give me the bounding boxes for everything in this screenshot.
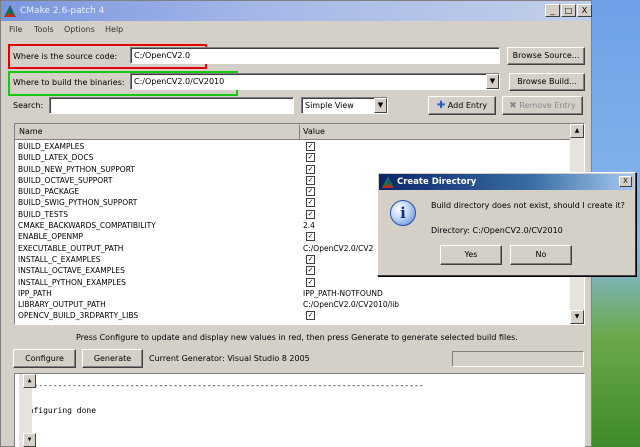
cache-entry-name: EXECUTABLE_OUTPUT_PATH (18, 243, 124, 253)
cache-entry-name: LIBRARY_OUTPUT_PATH (18, 300, 106, 310)
table-row[interactable]: OPENCV_BUILD_3RDPARTY_LIBS ✓ (15, 310, 571, 321)
output-scrollbar[interactable]: ▲ ▼ (19, 374, 36, 447)
configure-button[interactable]: Configure (13, 349, 76, 368)
minimize-button[interactable]: _ (545, 4, 560, 17)
browse-build-button[interactable]: Browse Build... (509, 73, 585, 91)
cache-entry-name: INSTALL_PYTHON_EXAMPLES (18, 277, 126, 287)
menu-tools[interactable]: Tools (34, 25, 54, 34)
progress-bar (452, 351, 584, 367)
cache-entry-name: INSTALL_C_EXAMPLES (18, 254, 101, 264)
dialog-directory: Directory: C:/OpenCV2.0/CV2010 (431, 226, 563, 235)
source-path-input[interactable]: C:/OpenCV2.0 (130, 47, 500, 64)
create-directory-dialog: Create Directory X i Build directory doe… (377, 172, 636, 276)
cache-entry-checkbox[interactable]: ✓ (306, 266, 315, 276)
cache-entry-checkbox[interactable]: ✓ (306, 175, 315, 185)
build-path-value: C:/OpenCV2.0/CV2010 (134, 77, 225, 86)
menu-help[interactable]: Help (105, 25, 123, 34)
cache-entry-checkbox[interactable]: ✓ (306, 277, 315, 287)
cache-entry-checkbox[interactable]: ✓ (306, 209, 315, 219)
cache-entry-name: BUILD_LATEX_DOCS (18, 153, 94, 163)
column-separator[interactable] (299, 125, 300, 139)
info-icon: i (390, 200, 416, 226)
dialog-title: Create Directory (397, 177, 477, 187)
column-name-header[interactable]: Name (19, 127, 43, 136)
search-label: Search: (13, 101, 44, 110)
column-value-header[interactable]: Value (303, 127, 325, 136)
remove-entry-label: Remove Entry (519, 101, 576, 110)
cache-entry-value[interactable]: IPP_PATH-NOTFOUND (303, 288, 383, 299)
remove-entry-button: ✖ Remove Entry (502, 96, 583, 115)
cache-entry-value[interactable]: 2.4 (303, 220, 315, 231)
cache-entry-name: INSTALL_OCTAVE_EXAMPLES (18, 266, 125, 276)
build-path-input[interactable]: C:/OpenCV2.0/CV2010 ▼ (130, 73, 500, 90)
table-row[interactable]: BUILD_LATEX_DOCS ✓ (15, 152, 571, 163)
view-mode-select[interactable]: Simple View ▼ (301, 97, 388, 114)
remove-x-icon: ✖ (509, 101, 517, 111)
cache-entry-checkbox[interactable]: ✓ (306, 187, 315, 197)
table-row[interactable]: INSTALL_PYTHON_EXAMPLES ✓ (15, 277, 571, 288)
search-input[interactable] (49, 97, 294, 114)
cache-entry-name: BUILD_NEW_PYTHON_SUPPORT (18, 164, 135, 174)
dialog-title-bar[interactable]: Create Directory X (379, 174, 634, 190)
cache-entry-name: BUILD_SWIG_PYTHON_SUPPORT (18, 198, 138, 208)
plus-icon: ✚ (436, 100, 446, 111)
table-row[interactable]: BUILD_EXAMPLES ✓ (15, 141, 571, 152)
output-scroll-up-icon[interactable]: ▲ (23, 374, 36, 388)
cache-entry-value[interactable]: C:/OpenCV2.0/CV2010/lib (303, 299, 399, 310)
add-entry-button[interactable]: ✚ Add Entry (428, 96, 496, 115)
build-path-dropdown-icon[interactable]: ▼ (486, 74, 499, 89)
table-header: Name Value (15, 124, 571, 140)
table-row[interactable]: IPP_PATH IPP_PATH-NOTFOUND (15, 288, 571, 299)
menu-file[interactable]: File (9, 25, 22, 34)
dialog-no-button[interactable]: No (510, 245, 572, 265)
view-mode-dropdown-icon[interactable]: ▼ (374, 98, 387, 113)
dialog-message: Build directory does not exist, should I… (431, 201, 625, 210)
add-entry-label: Add Entry (447, 101, 488, 110)
scroll-up-icon[interactable]: ▲ (570, 124, 584, 138)
current-generator-label: Current Generator: Visual Studio 8 2005 (149, 354, 310, 363)
cache-entry-checkbox[interactable]: ✓ (306, 254, 315, 264)
cache-entry-name: OPENCV_BUILD_3RDPARTY_LIBS (18, 311, 139, 321)
generate-button[interactable]: Generate (82, 349, 143, 368)
cache-entry-value[interactable]: C:/OpenCV2.0/CV2 (303, 243, 373, 254)
output-log[interactable]: ----------------------------------------… (14, 373, 585, 447)
menu-bar: File Tools Options Help (1, 22, 591, 37)
cmake-logo-icon (4, 5, 16, 17)
cache-entry-name: BUILD_TESTS (18, 209, 68, 219)
output-line: ----------------------------------------… (19, 381, 424, 390)
cache-entry-name: BUILD_EXAMPLES (18, 142, 85, 151)
cache-entry-name: CMAKE_BACKWARDS_COMPATIBILITY (18, 221, 156, 231)
close-button[interactable]: X (577, 4, 592, 17)
hint-text: Press Configure to update and display ne… (76, 333, 518, 342)
dialog-close-button[interactable]: X (619, 176, 632, 187)
table-row[interactable]: LIBRARY_OUTPUT_PATH C:/OpenCV2.0/CV2010/l… (15, 299, 571, 310)
cache-entry-checkbox[interactable]: ✓ (306, 311, 315, 321)
maximize-button[interactable]: □ (561, 4, 576, 17)
scroll-down-icon[interactable]: ▼ (570, 310, 584, 324)
cache-entry-checkbox[interactable]: ✓ (306, 142, 315, 151)
cache-entry-name: BUILD_OCTAVE_SUPPORT (18, 175, 113, 185)
title-bar[interactable]: CMake 2.6-patch 4 _ □ X (1, 1, 592, 21)
cache-entry-name: BUILD_PACKAGE (18, 187, 80, 197)
menu-options[interactable]: Options (64, 25, 95, 34)
browse-source-button[interactable]: Browse Source... (507, 47, 585, 65)
cache-entry-name: ENABLE_OPENMP (18, 232, 84, 242)
output-scroll-down-icon[interactable]: ▼ (23, 433, 36, 447)
cmake-logo-icon (382, 176, 394, 188)
dialog-yes-button[interactable]: Yes (440, 245, 502, 265)
cache-entry-name: IPP_PATH (18, 288, 52, 298)
cache-entry-checkbox[interactable]: ✓ (306, 198, 315, 208)
cache-entry-checkbox[interactable]: ✓ (306, 232, 315, 242)
window-title: CMake 2.6-patch 4 (20, 6, 105, 16)
view-mode-value: Simple View (305, 101, 354, 110)
cache-entry-checkbox[interactable]: ✓ (306, 164, 315, 174)
cache-entry-checkbox[interactable]: ✓ (306, 153, 315, 163)
